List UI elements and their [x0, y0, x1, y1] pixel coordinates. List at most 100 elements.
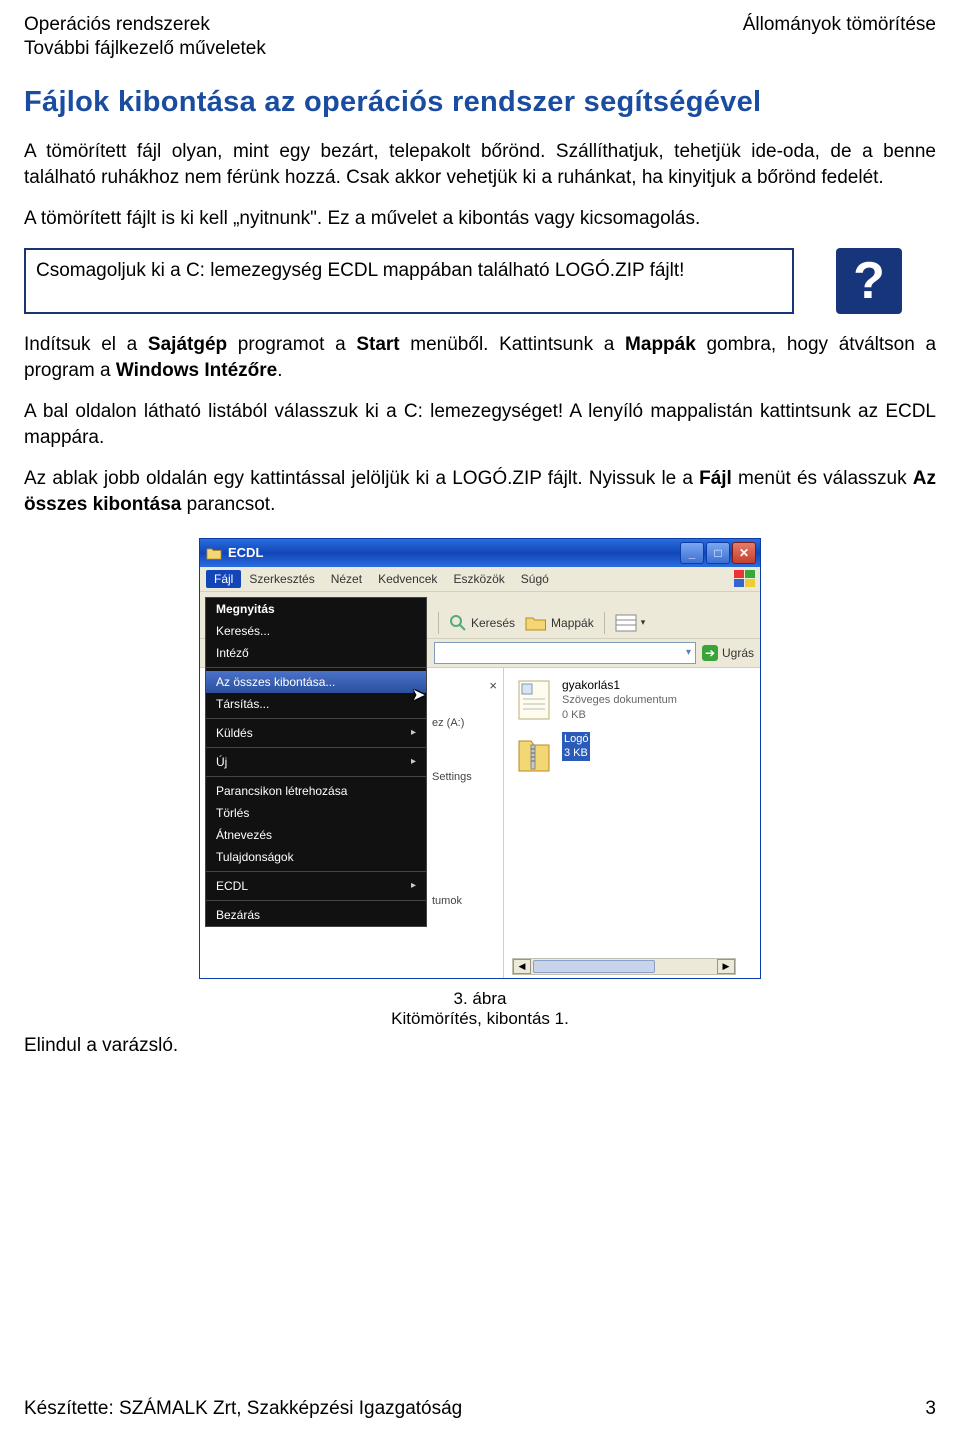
chevron-right-icon: ▸ — [411, 756, 416, 767]
tree-item[interactable]: Settings — [426, 765, 503, 789]
page-title: Fájlok kibontása az operációs rendszer s… — [24, 86, 936, 119]
paragraph-after-figure: Elindul a varázsló. — [24, 1035, 936, 1057]
text-bold: Start — [356, 334, 399, 355]
chevron-right-icon: ▸ — [411, 727, 416, 738]
menu-separator — [206, 718, 426, 719]
menu-item-shortcut[interactable]: Parancsikon létrehozása — [206, 780, 426, 802]
toolbar-label: Mappák — [551, 616, 594, 630]
footer-left: Készítette: SZÁMALK Zrt, Szakképzési Iga… — [24, 1398, 462, 1420]
toolbar-separator — [604, 612, 605, 634]
menu-item-explorer[interactable]: Intéző — [206, 642, 426, 664]
menu-item-label: Küldés — [216, 726, 253, 740]
scroll-right-button[interactable]: ▶ — [717, 959, 735, 974]
file-name: gyakorlás1 — [562, 678, 677, 694]
header-left-line1: Operációs rendszerek — [24, 14, 210, 36]
menu-item-new[interactable]: Új ▸ — [206, 751, 426, 773]
paragraph-1: A tömörített fájl olyan, mint egy bezárt… — [24, 139, 936, 190]
text: parancsot. — [181, 494, 275, 515]
menu-item-delete[interactable]: Törlés — [206, 802, 426, 824]
text: Indítsuk el a — [24, 334, 148, 355]
help-icon: ? — [836, 248, 902, 314]
menu-item-properties[interactable]: Tulajdonságok — [206, 846, 426, 868]
menu-item-open[interactable]: Megnyitás — [206, 598, 426, 620]
paragraph-2: A tömörített fájlt is ki kell „nyitnunk"… — [24, 206, 936, 232]
menu-tools[interactable]: Eszközök — [445, 570, 512, 588]
menu-item-search[interactable]: Keresés... — [206, 620, 426, 642]
text-file-icon — [514, 678, 554, 722]
header-right: Állományok tömörítése — [743, 14, 936, 36]
folder-tree-remnant: × ez (A:) Settings tumok — [426, 668, 504, 978]
text: menüből. Kattintsunk a — [400, 334, 625, 355]
menu-item-label: Az összes kibontása... — [216, 675, 335, 689]
go-arrow-icon: ➔ — [702, 645, 718, 661]
close-icon[interactable]: × — [489, 678, 497, 693]
tree-item[interactable]: tumok — [426, 889, 503, 913]
paragraph-3: Indítsuk el a Sajátgép programot a Start… — [24, 332, 936, 383]
menu-separator — [206, 776, 426, 777]
toolbar-views-button[interactable]: ▾ — [615, 614, 646, 632]
maximize-button[interactable]: □ — [706, 542, 730, 564]
menu-file[interactable]: Fájl — [206, 570, 241, 588]
text-bold: Mappák — [625, 334, 696, 355]
file-name-selected: Logó — [562, 732, 590, 746]
go-label: Ugrás — [722, 646, 754, 660]
file-size: 0 KB — [562, 708, 677, 722]
toolbar-label: Keresés — [471, 616, 515, 630]
close-button[interactable]: ✕ — [732, 542, 756, 564]
zip-file-icon — [514, 732, 554, 776]
menu-item-extract-all[interactable]: Az összes kibontása... — [206, 671, 426, 693]
menu-view[interactable]: Nézet — [323, 570, 370, 588]
figure-caption: Kitömörítés, kibontás 1. — [24, 1009, 936, 1029]
paragraph-4: A bal oldalon látható listából válasszuk… — [24, 399, 936, 450]
text-bold: Fájl — [699, 468, 732, 489]
task-box: Csomagoljuk ki a C: lemezegység ECDL map… — [24, 248, 794, 314]
toolbar-folders-button[interactable]: Mappák — [525, 614, 594, 632]
views-icon — [615, 614, 637, 632]
text: menüt és válasszuk — [732, 468, 913, 489]
file-size-selected: 3 KB — [562, 746, 590, 760]
menu-separator — [206, 667, 426, 668]
toolbar-search-button[interactable]: Keresés — [449, 614, 515, 632]
menu-item-label: ECDL — [216, 879, 248, 893]
tree-item[interactable]: ez (A:) — [426, 711, 503, 735]
chevron-right-icon: ▸ — [411, 880, 416, 891]
horizontal-scrollbar[interactable]: ◀ ▶ — [512, 958, 736, 975]
chevron-down-icon[interactable]: ▾ — [686, 647, 691, 658]
menu-item-label: Új — [216, 755, 227, 769]
window-title: ECDL — [228, 545, 680, 560]
scroll-left-button[interactable]: ◀ — [513, 959, 531, 974]
minimize-button[interactable]: _ — [680, 542, 704, 564]
menu-bar: Fájl Szerkesztés Nézet Kedvencek Eszközö… — [200, 567, 760, 592]
file-item-selected[interactable]: Logó 3 KB — [514, 732, 752, 776]
go-button[interactable]: ➔ Ugrás — [702, 645, 754, 661]
text: Az ablak jobb oldalán egy kattintással j… — [24, 468, 699, 489]
text: programot a — [227, 334, 356, 355]
address-input[interactable]: ▾ — [434, 642, 696, 664]
menu-favorites[interactable]: Kedvencek — [370, 570, 445, 588]
cursor-icon: ➤ — [412, 685, 425, 705]
menu-separator — [206, 747, 426, 748]
text-bold: Windows Intézőre — [116, 360, 277, 381]
menu-edit[interactable]: Szerkesztés — [241, 570, 322, 588]
scroll-track[interactable] — [531, 959, 717, 974]
menu-item-ecdl[interactable]: ECDL ▸ — [206, 875, 426, 897]
menu-item-associate[interactable]: Társítás... — [206, 693, 426, 715]
text: . — [277, 360, 282, 381]
menu-separator — [206, 900, 426, 901]
footer-page-number: 3 — [925, 1398, 936, 1420]
menu-item-rename[interactable]: Átnevezés — [206, 824, 426, 846]
paragraph-5: Az ablak jobb oldalán egy kattintással j… — [24, 466, 936, 517]
explorer-window: ECDL _ □ ✕ Fájl Szerkesztés Nézet Kedven… — [199, 538, 761, 979]
file-list-pane: gyakorlás1 Szöveges dokumentum 0 KB Logó… — [504, 668, 760, 978]
header-left-line2: További fájlkezelő műveletek — [24, 38, 936, 60]
menu-separator — [206, 871, 426, 872]
file-item[interactable]: gyakorlás1 Szöveges dokumentum 0 KB — [514, 678, 752, 722]
menu-item-sendto[interactable]: Küldés ▸ — [206, 722, 426, 744]
folders-icon — [525, 614, 547, 632]
window-titlebar[interactable]: ECDL _ □ ✕ — [200, 539, 760, 567]
text-bold: Sajátgép — [148, 334, 227, 355]
figure-number: 3. ábra — [24, 989, 936, 1009]
menu-help[interactable]: Súgó — [513, 570, 557, 588]
scroll-thumb[interactable] — [533, 960, 655, 973]
menu-item-close[interactable]: Bezárás — [206, 904, 426, 926]
